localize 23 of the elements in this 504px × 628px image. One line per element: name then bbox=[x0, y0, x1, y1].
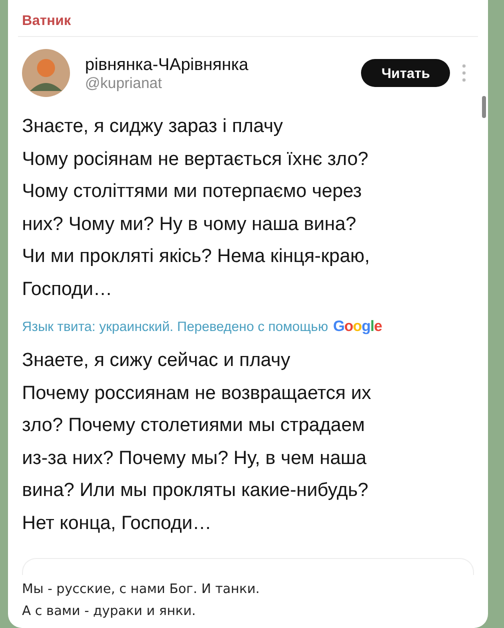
translation-note: Язык твита: украинский. Переведено с помощью bbox=[22, 319, 328, 334]
translated-text-line: вина? Или мы прокляты какие-нибудь? bbox=[22, 479, 370, 503]
translated-text-line: из-за них? Почему мы? Ну, в чем наша bbox=[22, 446, 368, 470]
sender-name[interactable]: Ватник bbox=[8, 0, 488, 36]
tweet-text-line: Знаєте, я сиджу зараз і плачу bbox=[22, 115, 284, 139]
tweet-text-line: Чому росіянам не вертається їхнє зло? bbox=[22, 148, 370, 172]
tweet-text-line: Господи… bbox=[22, 278, 114, 302]
tweet-text-line: них? Чому ми? Ну в чому наша вина? bbox=[22, 212, 358, 236]
translated-text-line: Почему россиянам не возвращается их bbox=[22, 382, 372, 406]
tweet-text-line: Чи ми прокляті якісь? Нема кінця-краю, bbox=[22, 245, 371, 269]
scrollbar[interactable] bbox=[482, 96, 486, 118]
author-name: рівнянка-ЧАрівнянка bbox=[85, 54, 250, 74]
avatar-icon[interactable] bbox=[22, 49, 70, 97]
translated-text-line: зло? Почему столетиями мы страдаем bbox=[22, 414, 366, 438]
translated-text-line: Знаете, я сижу сейчас и плачу bbox=[22, 349, 292, 373]
translated-text-line: Нет конца, Господи… bbox=[22, 512, 212, 536]
more-icon[interactable] bbox=[462, 64, 466, 82]
caption-line: А с вами - дураки и янки. bbox=[22, 603, 197, 621]
follow-button[interactable]: Читать bbox=[361, 59, 450, 87]
caption-line: Мы - русские, с нами Бог. И танки. bbox=[22, 581, 261, 599]
tweet-text-line: Чому століттями ми потерпаємо через bbox=[22, 180, 363, 204]
google-logo: Google bbox=[333, 318, 382, 335]
author-handle: @kuprianat bbox=[85, 74, 163, 92]
